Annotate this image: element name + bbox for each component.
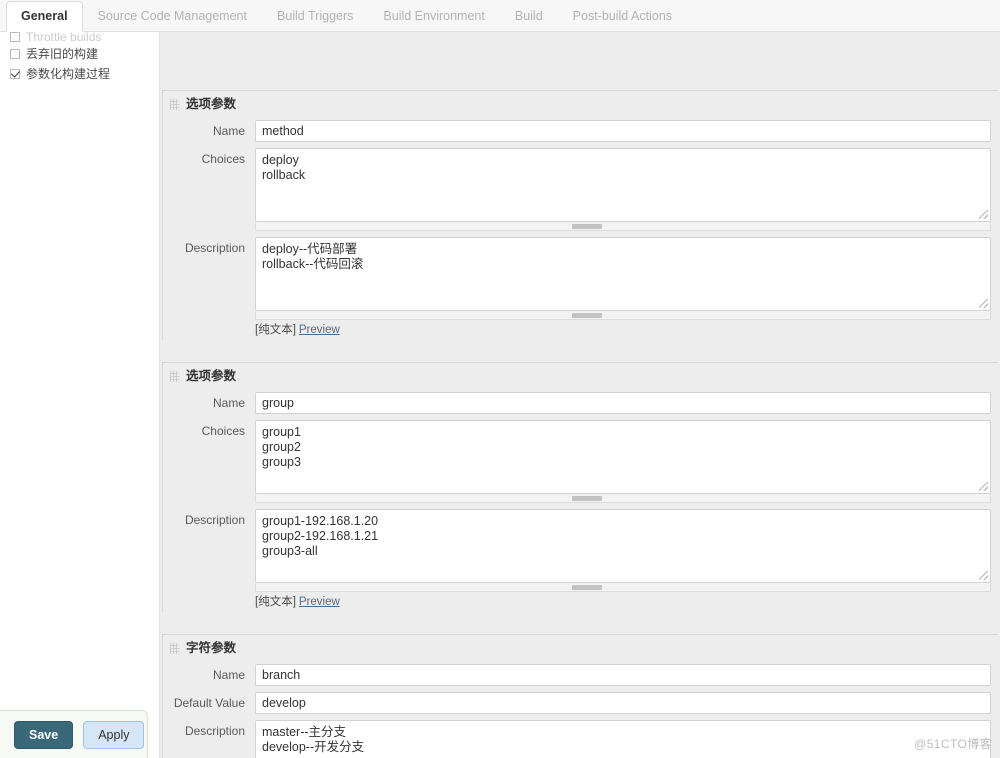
- description-horizontal-scrollbar[interactable]: [255, 311, 991, 320]
- field-label-description: Description: [163, 720, 255, 738]
- tab-build[interactable]: Build: [500, 1, 558, 31]
- tab-general[interactable]: General: [6, 1, 83, 32]
- parameter-header-group: 选项参数: [163, 363, 998, 389]
- parameter-type-title: 选项参数: [186, 97, 236, 111]
- checkbox-discard-old-builds[interactable]: [10, 49, 20, 59]
- resize-grip-icon[interactable]: [979, 299, 988, 308]
- tab-build-environment[interactable]: Build Environment: [368, 1, 499, 31]
- preview-link[interactable]: Preview: [299, 324, 340, 336]
- field-row-description: Description deploy--代码部署 rollback--代码回滚 …: [163, 234, 998, 340]
- scrollbar-thumb[interactable]: [572, 496, 602, 501]
- field-row-choices: Choices deploy rollback: [163, 145, 998, 234]
- field-row-name: Name method: [163, 117, 998, 145]
- field-row-choices: Choices group1 group2 group3: [163, 417, 998, 506]
- resize-grip-icon[interactable]: [979, 210, 988, 219]
- option-parameterized-build[interactable]: 参数化构建过程: [0, 64, 159, 84]
- scrollbar-thumb[interactable]: [572, 224, 602, 229]
- general-options-column: Throttle builds 丢弃旧的构建 参数化构建过程: [0, 32, 160, 758]
- choices-horizontal-scrollbar[interactable]: [255, 494, 991, 503]
- default-value-input[interactable]: develop: [255, 692, 991, 714]
- option-discard-old-builds[interactable]: 丢弃旧的构建: [0, 44, 159, 64]
- field-row-description: Description group1-192.168.1.20 group2-1…: [163, 506, 998, 612]
- field-label-choices: Choices: [163, 420, 255, 438]
- tab-post-build-actions[interactable]: Post-build Actions: [558, 1, 687, 31]
- description-preview-row: [纯文本]Preview: [255, 592, 991, 609]
- parameter-block-string-branch: 字符参数 Name branch Default Value develop D…: [162, 634, 998, 758]
- description-textarea[interactable]: group1-192.168.1.20 group2-192.168.1.21 …: [255, 509, 991, 583]
- form-action-bar: Save Apply: [0, 710, 148, 758]
- name-input[interactable]: group: [255, 392, 991, 414]
- parameter-header-branch: 字符参数: [163, 635, 998, 661]
- preview-link[interactable]: Preview: [299, 596, 340, 608]
- field-row-name: Name branch: [163, 661, 998, 689]
- choices-horizontal-scrollbar[interactable]: [255, 222, 991, 231]
- field-label-name: Name: [163, 392, 255, 410]
- save-button[interactable]: Save: [14, 721, 73, 749]
- description-textarea[interactable]: deploy--代码部署 rollback--代码回滚: [255, 237, 991, 311]
- option-label-parameterized-build: 参数化构建过程: [26, 67, 110, 81]
- checkbox-parameterized-build[interactable]: [10, 69, 20, 79]
- field-label-choices: Choices: [163, 148, 255, 166]
- field-label-description: Description: [163, 237, 255, 255]
- apply-button[interactable]: Apply: [83, 721, 144, 749]
- drag-handle-icon[interactable]: [170, 371, 179, 382]
- parameter-type-title: 字符参数: [186, 641, 236, 655]
- description-textarea[interactable]: master--主分支 develop--开发分支: [255, 720, 991, 758]
- field-row-description: Description master--主分支 develop--开发分支: [163, 717, 998, 758]
- name-input[interactable]: method: [255, 120, 991, 142]
- name-input[interactable]: branch: [255, 664, 991, 686]
- plain-text-label: [纯文本]: [255, 596, 296, 608]
- resize-grip-icon[interactable]: [979, 571, 988, 580]
- jenkins-job-config-page: General Source Code Management Build Tri…: [0, 0, 1000, 758]
- tab-build-triggers[interactable]: Build Triggers: [262, 1, 368, 31]
- description-preview-row: [纯文本]Preview: [255, 320, 991, 337]
- watermark: @51CTO博客: [914, 735, 992, 752]
- field-label-default-value: Default Value: [163, 692, 255, 710]
- checkbox-throttle-builds[interactable]: [10, 32, 20, 42]
- parameter-block-choice-method: 选项参数 Name method Choices deploy rollback: [162, 90, 998, 340]
- parameter-block-choice-group: 选项参数 Name group Choices group1 group2 gr…: [162, 362, 998, 612]
- option-label-discard-old-builds: 丢弃旧的构建: [26, 47, 98, 61]
- field-label-name: Name: [163, 120, 255, 138]
- scrollbar-thumb[interactable]: [572, 313, 602, 318]
- option-throttle-builds[interactable]: Throttle builds: [0, 30, 159, 44]
- parameter-header-method: 选项参数: [163, 91, 998, 117]
- field-label-description: Description: [163, 509, 255, 527]
- parameters-panel: 选项参数 Name method Choices deploy rollback: [160, 32, 1000, 758]
- resize-grip-icon[interactable]: [979, 482, 988, 491]
- scrollbar-thumb[interactable]: [572, 585, 602, 590]
- plain-text-label: [纯文本]: [255, 324, 296, 336]
- choices-textarea[interactable]: deploy rollback: [255, 148, 991, 222]
- field-row-name: Name group: [163, 389, 998, 417]
- drag-handle-icon[interactable]: [170, 643, 179, 654]
- parameter-type-title: 选项参数: [186, 369, 236, 383]
- config-tabbar: General Source Code Management Build Tri…: [0, 0, 1000, 32]
- description-horizontal-scrollbar[interactable]: [255, 583, 991, 592]
- choices-textarea[interactable]: group1 group2 group3: [255, 420, 991, 494]
- field-row-default-value: Default Value develop: [163, 689, 998, 717]
- drag-handle-icon[interactable]: [170, 99, 179, 110]
- tab-source-code-management[interactable]: Source Code Management: [83, 1, 262, 31]
- field-label-name: Name: [163, 664, 255, 682]
- option-label-throttle-builds: Throttle builds: [26, 30, 101, 44]
